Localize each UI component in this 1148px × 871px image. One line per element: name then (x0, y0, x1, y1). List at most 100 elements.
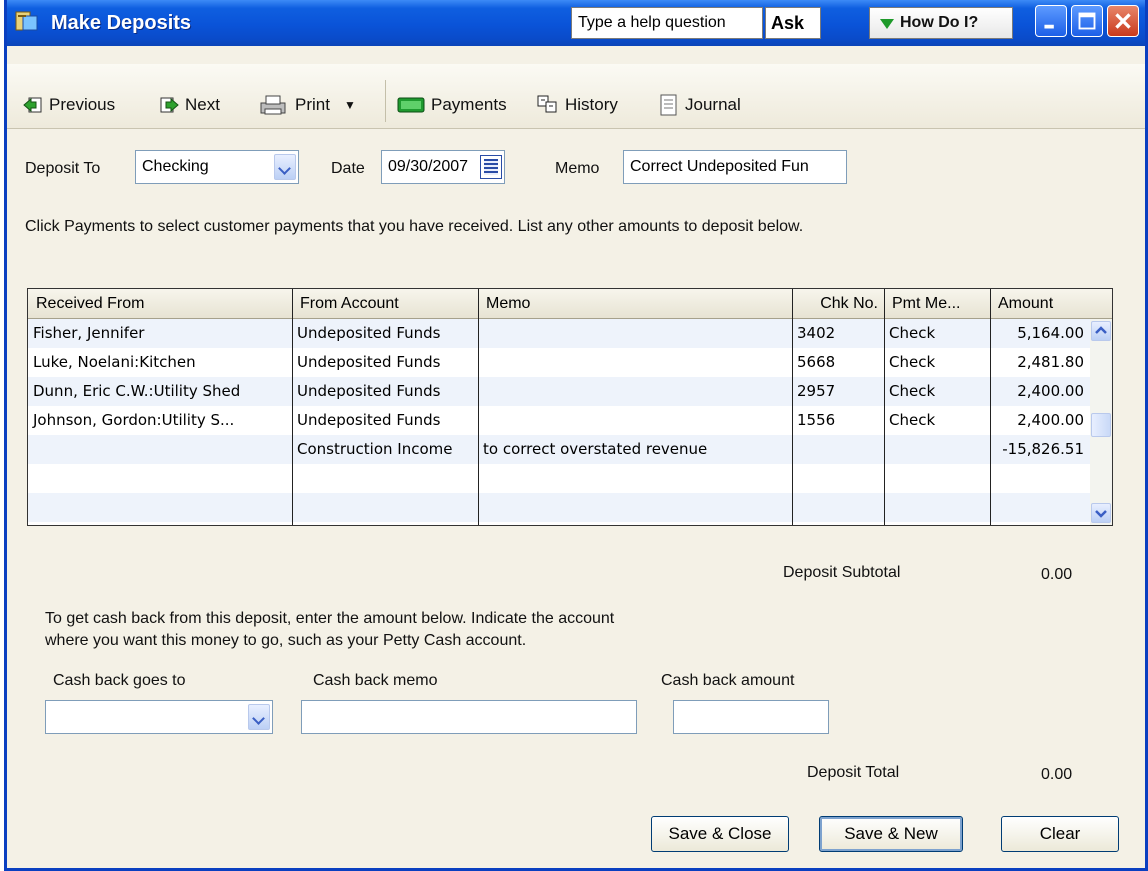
received-from-cell[interactable]: Fisher, Jennifer (28, 319, 292, 348)
column-header-from-account[interactable]: From Account (292, 289, 478, 319)
journal-label: Journal (685, 95, 741, 114)
from-account-cell[interactable]: Undeposited Funds (292, 348, 478, 377)
chk-no-cell[interactable]: 1556 (792, 406, 884, 435)
deposit-to-value: Checking (142, 158, 209, 175)
previous-arrow-icon (23, 97, 42, 113)
scroll-up-button[interactable] (1091, 321, 1111, 341)
maximize-icon (1078, 12, 1096, 30)
scroll-thumb[interactable] (1091, 413, 1111, 437)
cash-back-memo-input[interactable] (301, 700, 637, 734)
cash-back-amount-label: Cash back amount (661, 672, 795, 689)
from-account-cell[interactable]: Construction Income (292, 435, 478, 464)
chk-no-cell[interactable]: 2957 (792, 377, 884, 406)
deposits-table[interactable]: Received From From Account Memo Chk No. … (27, 288, 1113, 526)
cash-back-amount-input[interactable] (673, 700, 829, 734)
memo-cell[interactable] (478, 377, 792, 406)
chk-no-cell[interactable] (792, 435, 884, 464)
title-bar: Make Deposits Type a help question Ask H… (7, 0, 1145, 46)
chevron-down-icon[interactable] (274, 154, 296, 180)
received-from-cell[interactable]: Dunn, Eric C.W.:Utility Shed (28, 377, 292, 406)
close-icon (1115, 13, 1131, 29)
vertical-scrollbar[interactable] (1090, 319, 1112, 525)
memo-cell[interactable] (478, 319, 792, 348)
amount-cell[interactable]: 5,164.00 (990, 319, 1090, 348)
journal-button[interactable]: Journal (659, 90, 741, 120)
triangle-down-icon (880, 19, 894, 29)
column-divider (478, 289, 479, 525)
memo-cell[interactable] (478, 406, 792, 435)
cash-back-goes-to-select[interactable] (45, 700, 273, 734)
payments-button[interactable]: Payments (397, 90, 507, 120)
from-account-cell[interactable]: Undeposited Funds (292, 377, 478, 406)
deposit-to-select[interactable]: Checking (135, 150, 299, 184)
chk-no-cell[interactable] (792, 493, 884, 522)
amount-cell[interactable]: 2,481.80 (990, 348, 1090, 377)
column-header-amount[interactable]: Amount (990, 289, 1112, 319)
from-account-cell[interactable]: Undeposited Funds (292, 319, 478, 348)
clear-button[interactable]: Clear (1001, 816, 1119, 852)
received-from-cell[interactable] (28, 493, 292, 522)
calendar-icon[interactable] (480, 155, 502, 179)
pmt-method-cell[interactable]: Check (884, 377, 990, 406)
ask-button[interactable]: Ask (765, 7, 821, 39)
received-from-cell[interactable] (28, 435, 292, 464)
minimize-button[interactable] (1035, 5, 1067, 37)
next-button[interactable]: Next (159, 90, 220, 120)
table-row[interactable]: Dunn, Eric C.W.:Utility Shed Undeposited … (28, 377, 1090, 406)
received-from-cell[interactable] (28, 464, 292, 493)
scroll-down-button[interactable] (1091, 503, 1111, 523)
chevron-down-icon[interactable] (248, 704, 270, 730)
date-field[interactable]: 09/30/2007 (381, 150, 505, 184)
save-new-button[interactable]: Save & New (819, 816, 963, 852)
amount-cell[interactable] (990, 464, 1090, 493)
column-header-memo[interactable]: Memo (478, 289, 792, 319)
column-header-pmt-method[interactable]: Pmt Me... (884, 289, 990, 319)
pmt-method-cell[interactable]: Check (884, 406, 990, 435)
column-header-chk-no[interactable]: Chk No. (792, 289, 884, 319)
table-row[interactable]: Construction Income to correct overstated… (28, 435, 1090, 464)
close-button[interactable] (1107, 5, 1139, 37)
amount-cell[interactable]: 2,400.00 (990, 377, 1090, 406)
date-label: Date (331, 160, 365, 177)
pmt-method-cell[interactable] (884, 464, 990, 493)
from-account-cell[interactable] (292, 464, 478, 493)
amount-cell[interactable] (990, 493, 1090, 522)
print-button[interactable]: Print ▼ (259, 90, 356, 120)
deposit-total-value: 0.00 (1041, 766, 1073, 783)
history-button[interactable]: History (537, 90, 618, 120)
memo-cell[interactable] (478, 493, 792, 522)
previous-button[interactable]: Previous (23, 90, 115, 120)
amount-cell[interactable]: -15,826.51 (990, 435, 1090, 464)
table-row[interactable] (28, 464, 1090, 493)
chk-no-cell[interactable] (792, 464, 884, 493)
column-divider (884, 289, 885, 525)
amount-cell[interactable]: 2,400.00 (990, 406, 1090, 435)
help-question-input[interactable]: Type a help question (571, 7, 763, 39)
from-account-cell[interactable]: Undeposited Funds (292, 406, 478, 435)
how-do-i-button[interactable]: How Do I? (869, 7, 1013, 39)
memo-cell[interactable]: to correct overstated revenue (478, 435, 792, 464)
pmt-method-cell[interactable]: Check (884, 348, 990, 377)
column-header-received-from[interactable]: Received From (28, 289, 292, 319)
received-from-cell[interactable]: Luke, Noelani:Kitchen (28, 348, 292, 377)
chk-no-cell[interactable]: 3402 (792, 319, 884, 348)
table-row[interactable]: Johnson, Gordon:Utility S... Undeposited … (28, 406, 1090, 435)
deposit-subtotal-label: Deposit Subtotal (783, 564, 901, 581)
memo-cell[interactable] (478, 464, 792, 493)
pmt-method-cell[interactable] (884, 493, 990, 522)
received-from-cell[interactable]: Johnson, Gordon:Utility S... (28, 406, 292, 435)
memo-cell[interactable] (478, 348, 792, 377)
table-row[interactable] (28, 493, 1090, 522)
from-account-cell[interactable] (292, 493, 478, 522)
pmt-method-cell[interactable]: Check (884, 319, 990, 348)
table-row[interactable]: Luke, Noelani:Kitchen Undeposited Funds 56… (28, 348, 1090, 377)
maximize-button[interactable] (1071, 5, 1103, 37)
save-close-button[interactable]: Save & Close (651, 816, 789, 852)
memo-input[interactable]: Correct Undeposited Fun (623, 150, 847, 184)
pmt-method-cell[interactable] (884, 435, 990, 464)
chk-no-cell[interactable]: 5668 (792, 348, 884, 377)
chevron-down-icon[interactable]: ▼ (344, 98, 356, 112)
instructions-text: Click Payments to select customer paymen… (25, 218, 804, 235)
table-row[interactable]: Fisher, Jennifer Undeposited Funds 3402 Che… (28, 319, 1090, 348)
next-arrow-icon (160, 97, 179, 113)
